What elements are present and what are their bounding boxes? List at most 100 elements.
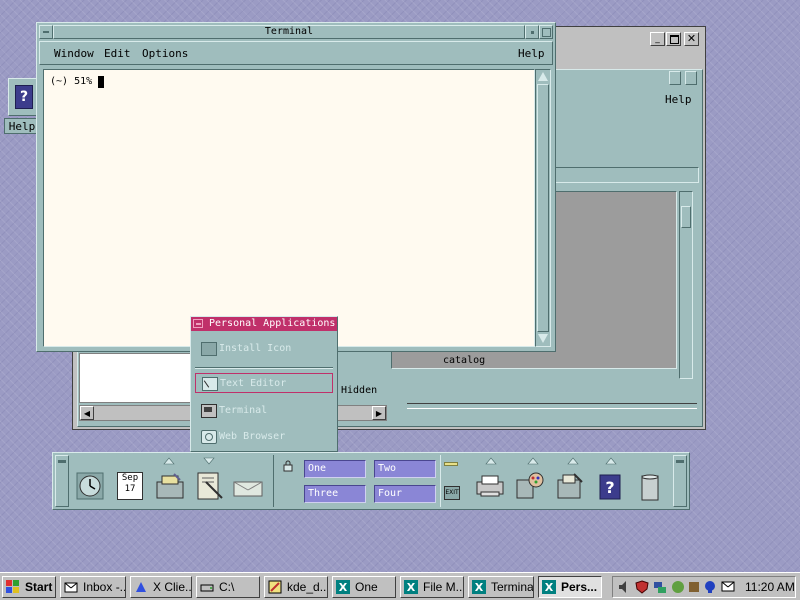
terminal-window-menu-button[interactable] (39, 25, 53, 39)
terminal-window: Terminal Window Edit Options Help (~) 51… (36, 22, 556, 352)
clock-display[interactable]: 11:20 AM (745, 580, 795, 594)
calendar-day: 17 (124, 484, 136, 494)
taskbar-button-inbox[interactable]: Inbox -... (60, 576, 126, 598)
desktop-help-icon[interactable]: ? Help (4, 74, 40, 136)
taskbar-button-label: Inbox -... (83, 580, 126, 594)
vscroll-thumb[interactable] (681, 206, 691, 228)
mail-tray-icon[interactable] (721, 581, 735, 593)
menu-item-label: Text Editor (220, 378, 287, 389)
scroll-up-arrow[interactable] (538, 72, 548, 81)
start-label: Start (25, 580, 53, 594)
exit-label: EXIT (445, 489, 459, 496)
volume-icon[interactable] (617, 580, 631, 594)
taskbar: Start Inbox -... X Clie... C:\ kde_d... … (0, 572, 800, 600)
taskbar-button-label: File M... (423, 580, 464, 594)
x-icon: X (542, 580, 556, 594)
subpanel-arrow-up-6[interactable] (594, 456, 628, 465)
subpanel-arrow-up-1[interactable] (152, 456, 186, 465)
back-window-vscroll[interactable] (679, 191, 693, 379)
menu-separator (195, 367, 333, 369)
taskbar-button-label: X Clie... (153, 580, 192, 594)
workspace-button-one[interactable]: One (304, 460, 366, 478)
trash-icon[interactable] (634, 470, 666, 502)
subpanel-arrow-up-4[interactable] (516, 456, 550, 465)
calendar-month: Sep (121, 473, 139, 483)
scroll-right-button[interactable]: ▶ (372, 406, 386, 420)
menu-item-text-editor[interactable]: Text Editor (195, 373, 333, 393)
back-window-status-text: Hidden (341, 385, 378, 396)
terminal-vscroll[interactable] (535, 69, 551, 347)
install-icon (201, 342, 217, 356)
taskbar-button-label: One (355, 580, 378, 594)
back-window-title-btn2[interactable] (685, 71, 697, 85)
terminal-text-area[interactable]: (~) 51% (43, 69, 535, 347)
taskbar-button-x-client[interactable]: X Clie... (130, 576, 192, 598)
taskbar-button-label: kde_d... (287, 580, 328, 594)
taskbar-button-personal-apps[interactable]: X Pers... (538, 576, 602, 598)
menu-item-web-browser[interactable]: Web Browser (195, 427, 333, 447)
svg-text:X: X (545, 581, 554, 594)
maximize-button[interactable] (666, 32, 681, 46)
back-window-path-field[interactable] (551, 167, 699, 183)
taskbar-button-file-manager[interactable]: X File M... (400, 576, 464, 598)
scroll-left-button[interactable]: ◀ (80, 406, 94, 420)
messenger-icon[interactable] (703, 580, 717, 594)
menu-edit[interactable]: Edit (104, 47, 131, 60)
subpanel-arrow-down-2[interactable] (192, 456, 226, 465)
back-window-title-btn[interactable] (669, 71, 681, 85)
svg-text:X: X (407, 581, 416, 594)
menu-options[interactable]: Options (142, 47, 188, 60)
personal-apps-title-bar[interactable]: Personal Applications (191, 317, 337, 331)
clock-icon[interactable] (74, 470, 106, 502)
terminal-title: Terminal (264, 26, 314, 37)
mail-panel-icon[interactable] (232, 470, 264, 502)
text-editor-panel-icon[interactable] (194, 470, 226, 502)
app-manager-icon[interactable] (554, 470, 586, 502)
lock-icon[interactable] (282, 460, 294, 472)
workspace-button-three[interactable]: Three (304, 485, 366, 503)
minimize-button[interactable]: _ (650, 32, 665, 46)
start-button[interactable]: Start (2, 576, 56, 598)
terminal-maximize-button[interactable] (539, 25, 553, 39)
taskbar-button-drive[interactable]: C:\ (196, 576, 260, 598)
exit-button[interactable]: EXIT (444, 486, 460, 500)
menu-window-button[interactable] (193, 319, 203, 328)
network-icon[interactable] (653, 580, 667, 594)
help-manager-icon[interactable]: ? (594, 470, 626, 502)
style-manager-icon[interactable] (514, 470, 546, 502)
tray-tool-icon[interactable] (687, 580, 701, 594)
subpanel-arrow-up-5[interactable] (556, 456, 590, 465)
tray-app-icon[interactable] (671, 580, 685, 594)
taskbar-button-kde[interactable]: kde_d... (264, 576, 328, 598)
x-icon: X (404, 580, 418, 594)
workspace-button-four[interactable]: Four (374, 485, 436, 503)
taskbar-button-label: C:\ (219, 580, 235, 594)
file-manager-icon[interactable] (154, 470, 186, 502)
calendar-icon[interactable]: Sep 17 (114, 470, 146, 502)
front-panel-handle-right[interactable] (673, 455, 687, 507)
back-window-list-area[interactable] (79, 353, 197, 403)
taskbar-button-one[interactable]: X One (332, 576, 396, 598)
close-button[interactable]: ✕ (684, 32, 699, 46)
terminal-minimize-button[interactable] (525, 25, 539, 39)
back-window-help-menu[interactable]: Help (665, 93, 692, 106)
scroll-down-arrow[interactable] (538, 334, 548, 343)
web-browser-icon (201, 430, 217, 444)
taskbar-button-terminal[interactable]: X Terminal (468, 576, 534, 598)
busy-light-icon (444, 462, 458, 466)
menu-window[interactable]: Window (54, 47, 94, 60)
workspace-button-two[interactable]: Two (374, 460, 436, 478)
subpanel-arrow-up-3[interactable] (474, 456, 508, 465)
shield-icon[interactable] (635, 580, 649, 594)
mail-icon (64, 580, 78, 594)
printer-icon[interactable] (474, 470, 506, 502)
terminal-title-bar[interactable]: Terminal (53, 25, 525, 39)
catalog-folder-label[interactable]: catalog (443, 355, 485, 366)
svg-text:X: X (475, 581, 484, 594)
terminal-scroll-thumb[interactable] (537, 84, 549, 332)
menu-item-terminal[interactable]: Terminal (195, 401, 333, 421)
menu-help[interactable]: Help (518, 47, 545, 60)
menu-item-install-icon[interactable]: Install Icon (195, 339, 333, 359)
front-panel-handle-left[interactable] (55, 455, 69, 507)
back-window-bottom-strip (407, 403, 697, 409)
